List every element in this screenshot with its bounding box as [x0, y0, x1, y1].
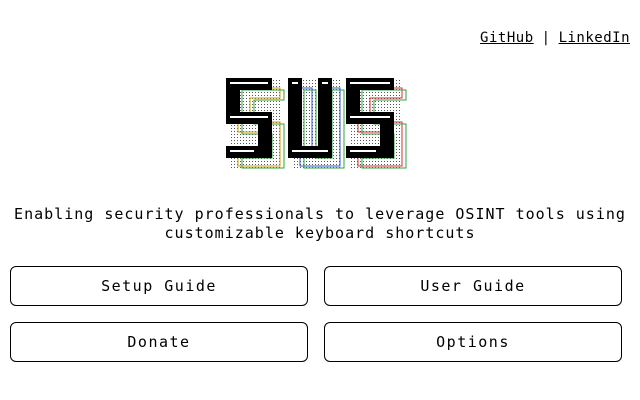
- github-link[interactable]: GitHub: [480, 30, 534, 46]
- link-separator: |: [541, 30, 551, 46]
- linkedin-link[interactable]: LinkedIn: [559, 30, 630, 46]
- sus-logo-icon: [226, 78, 407, 170]
- setup-guide-button[interactable]: Setup Guide: [10, 266, 308, 306]
- tagline-line-2: customizable keyboard shortcuts: [164, 224, 476, 242]
- tagline: Enabling security professionals to lever…: [0, 205, 640, 243]
- popup-page: GitHub | LinkedIn Enabling security prof…: [0, 0, 640, 400]
- donate-button[interactable]: Donate: [10, 322, 308, 362]
- options-button[interactable]: Options: [324, 322, 622, 362]
- header-links: GitHub | LinkedIn: [480, 30, 630, 46]
- tagline-line-1: Enabling security professionals to lever…: [14, 205, 626, 223]
- user-guide-button[interactable]: User Guide: [324, 266, 622, 306]
